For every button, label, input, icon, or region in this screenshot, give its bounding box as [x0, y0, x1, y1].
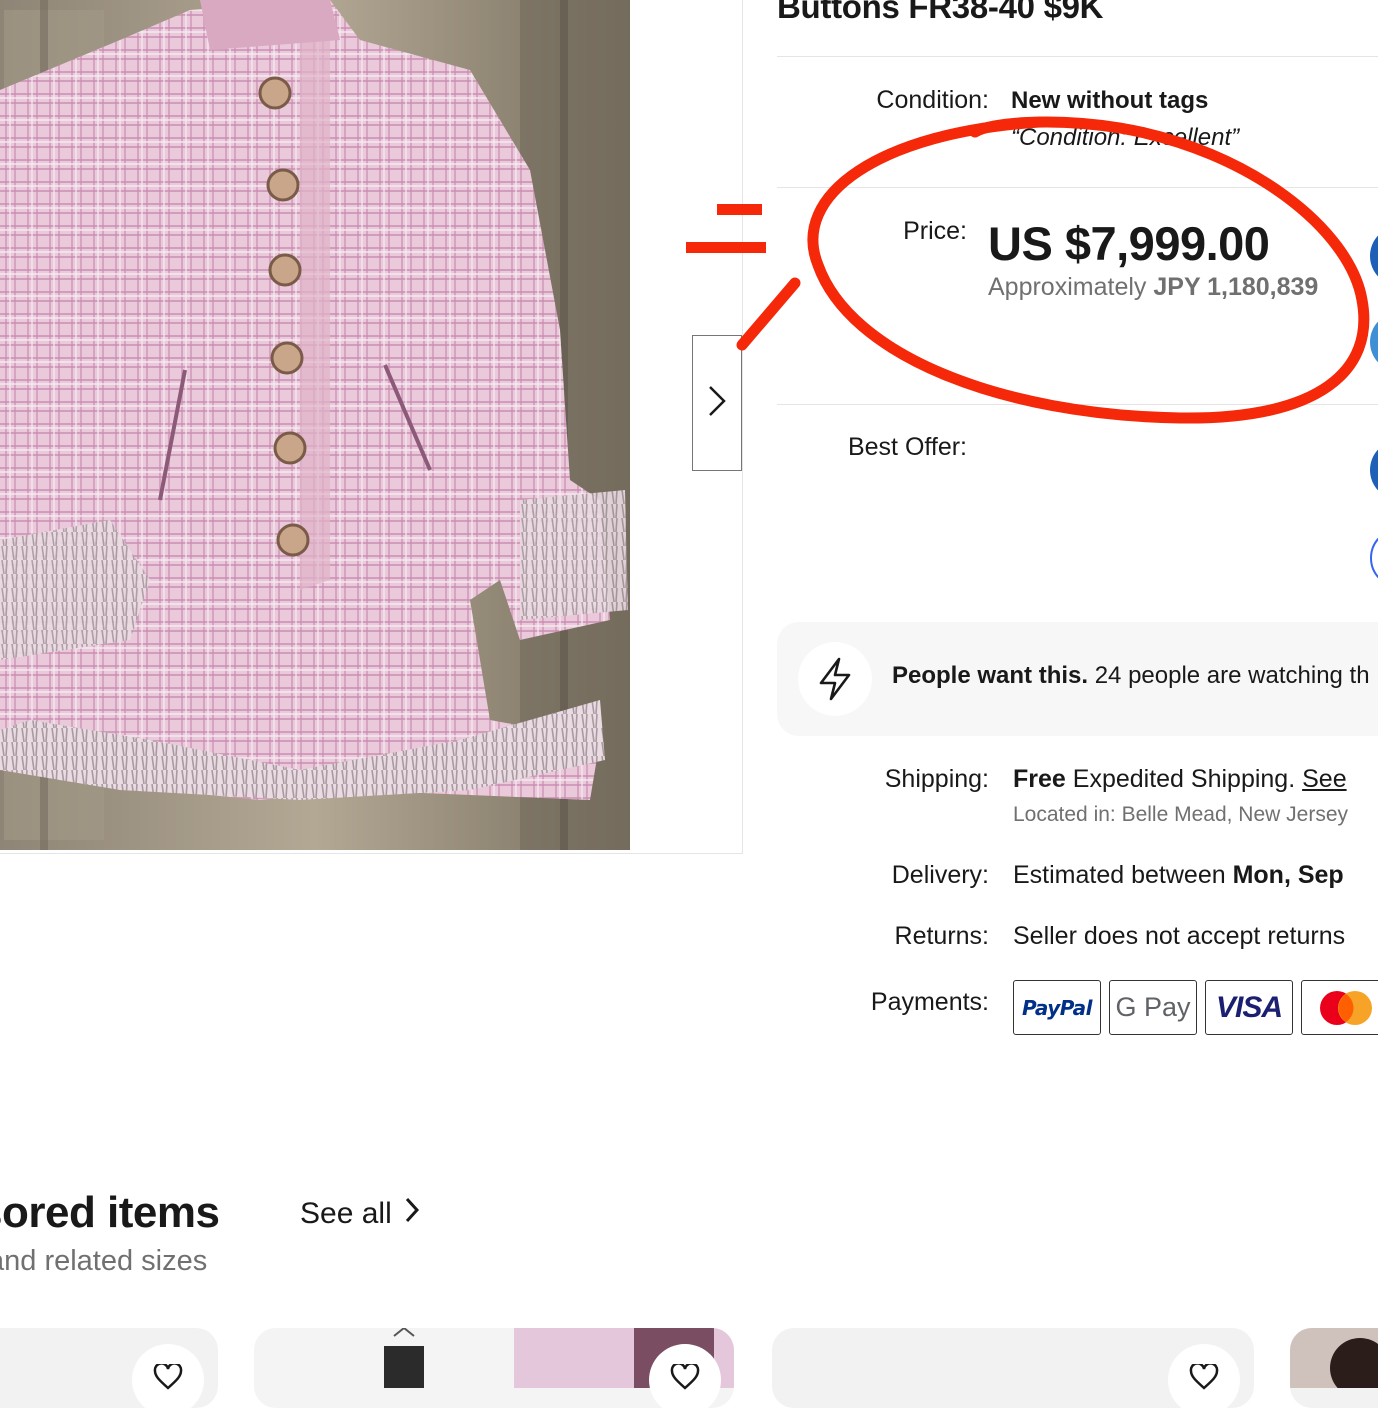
visa-logo: VISA: [1205, 980, 1293, 1035]
delivery-date: Mon, Sep: [1232, 861, 1344, 889]
shipping-value: Free Expedited Shipping. See: [1013, 765, 1347, 794]
delivery-prefix: Estimated between: [1013, 861, 1226, 889]
divider: [777, 56, 1378, 57]
listing-title: Buttons FR38-40 $9K: [777, 0, 1104, 25]
price-value: US $7,999.00: [988, 217, 1270, 270]
divider: [777, 187, 1378, 188]
heart-icon[interactable]: [1168, 1344, 1240, 1408]
approx-value: JPY 1,180,839: [1153, 273, 1319, 301]
make-offer-button[interactable]: [1370, 440, 1378, 500]
delivery-label: Delivery:: [891, 861, 989, 889]
shipping-method: Expedited Shipping.: [1072, 765, 1296, 793]
price-approximation: Approximately JPY 1,180,839: [988, 273, 1318, 302]
condition-note: “Condition: Excellent”: [1011, 124, 1240, 151]
sponsored-subheading: and related sizes: [0, 1245, 208, 1277]
add-to-cart-button[interactable]: [1370, 312, 1378, 372]
price-label: Price:: [903, 217, 967, 245]
returns-value: Seller does not accept returns: [1013, 922, 1346, 950]
heart-icon[interactable]: [132, 1344, 204, 1408]
chevron-right-icon: [707, 384, 727, 423]
add-to-watchlist-button[interactable]: [1370, 528, 1378, 588]
returns-label: Returns:: [894, 922, 989, 950]
mastercard-logo: [1301, 980, 1378, 1035]
watchers-text: People want this. 24 people are watching…: [892, 662, 1370, 690]
sponsored-item-card[interactable]: [0, 1328, 218, 1408]
shipping-label: Shipping:: [884, 765, 989, 793]
buy-it-now-button[interactable]: [1370, 226, 1378, 286]
condition-value: New without tags: [1011, 87, 1209, 114]
condition-label: Condition:: [876, 86, 989, 114]
shipping-details-link[interactable]: See: [1302, 765, 1346, 793]
watchers-bold: People want this.: [892, 662, 1089, 689]
delivery-value: Estimated between Mon, Sep: [1013, 861, 1344, 890]
chevron-right-icon: [404, 1196, 420, 1232]
approx-prefix: Approximately: [988, 273, 1147, 301]
best-offer-label: Best Offer:: [847, 433, 967, 461]
shipping-free: Free: [1013, 765, 1066, 793]
sponsored-item-card[interactable]: [1290, 1328, 1378, 1408]
payments-label: Payments:: [870, 988, 989, 1016]
sponsored-item-card[interactable]: [772, 1328, 1254, 1408]
lightning-bolt-icon: [798, 642, 872, 716]
sponsored-heading: sored items: [0, 1188, 220, 1237]
paypal-logo: PayPal: [1013, 980, 1101, 1035]
heart-icon[interactable]: [649, 1344, 721, 1408]
see-all-link[interactable]: See all: [300, 1196, 420, 1232]
watchers-count: 24 people are watching th: [1094, 662, 1370, 689]
sponsored-item-card[interactable]: [254, 1328, 734, 1408]
google-pay-logo: G Pay: [1109, 980, 1197, 1035]
listing-photo[interactable]: [0, 0, 630, 850]
item-location: Located in: Belle Mead, New Jersey: [1013, 803, 1349, 826]
divider: [777, 404, 1378, 405]
